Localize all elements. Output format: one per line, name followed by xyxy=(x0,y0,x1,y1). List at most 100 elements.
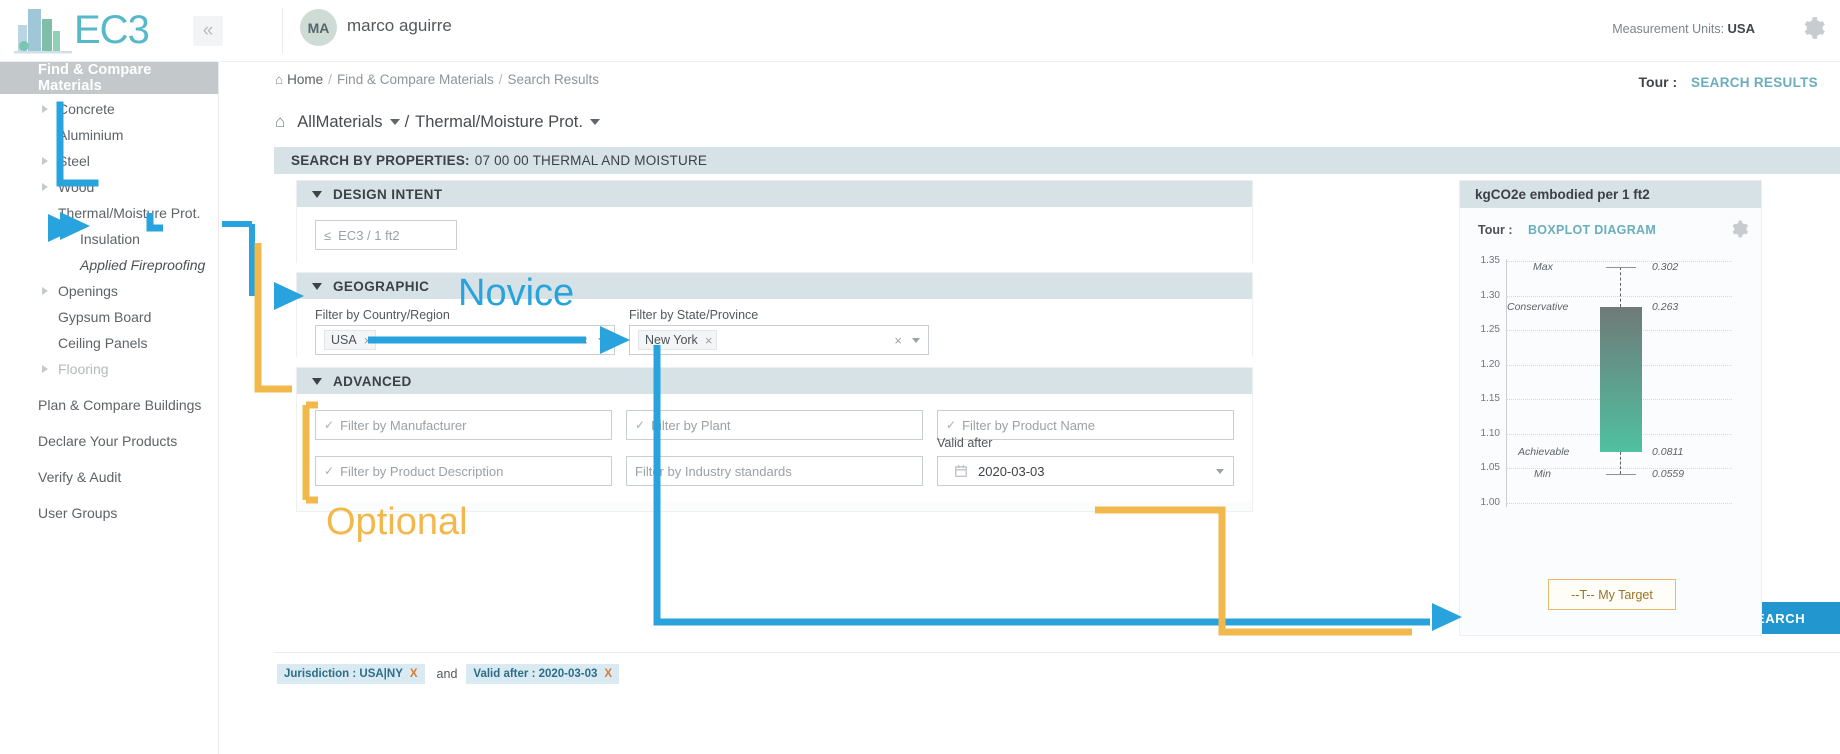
home-icon[interactable]: ⌂ xyxy=(275,112,285,132)
gear-icon[interactable] xyxy=(1800,15,1826,41)
plant-filter-input[interactable]: ✓ Filter by Plant xyxy=(626,410,923,440)
grid-line xyxy=(1506,295,1732,297)
close-icon[interactable]: × xyxy=(705,333,713,348)
breadcrumb-level1[interactable]: Find & Compare Materials xyxy=(337,72,494,87)
avatar[interactable]: MA xyxy=(300,9,337,46)
breadcrumb: ⌂ Home / Find & Compare Materials / Search Re… xyxy=(275,72,599,87)
search-by-properties-bar: SEARCH BY PROPERTIES: 07 00 00 THERMAL A… xyxy=(274,147,1840,174)
country-filter-select[interactable]: USA × × xyxy=(315,325,615,355)
chevron-down-icon[interactable] xyxy=(312,191,322,198)
chart-tour-label: Tour : xyxy=(1478,223,1513,237)
sidebar-item-label: Aluminium xyxy=(58,126,124,143)
sidebar-item-gypsum-board[interactable]: Gypsum Board xyxy=(0,305,218,328)
clear-icon[interactable]: × xyxy=(580,333,588,348)
country-chip[interactable]: USA × xyxy=(324,330,377,350)
app-logo[interactable]: EC3 xyxy=(14,5,150,55)
chevron-right-icon[interactable] xyxy=(42,104,48,113)
material-path-separator: / xyxy=(404,112,410,131)
chevron-down-icon[interactable] xyxy=(312,378,322,385)
user-name[interactable]: marco aguirre xyxy=(347,16,452,36)
sidebar-item-aluminium[interactable]: Aluminium xyxy=(0,123,218,146)
chevron-down-icon[interactable] xyxy=(1216,468,1224,474)
sidebar-item-label: Gypsum Board xyxy=(58,308,152,325)
design-intent-header[interactable]: DESIGN INTENT xyxy=(297,181,1252,208)
boxplot-whisker-upper xyxy=(1620,267,1621,307)
breadcrumb-level2[interactable]: Search Results xyxy=(508,72,600,87)
chevron-right-icon[interactable] xyxy=(42,286,48,295)
boxplot-cap-max xyxy=(1606,267,1636,268)
home-icon: ⌂ xyxy=(275,72,284,87)
chevron-right-icon[interactable] xyxy=(42,156,48,165)
my-target-button[interactable]: --T-- My Target xyxy=(1548,579,1676,610)
sidebar-item-applied-fireproofing[interactable]: Applied Fireproofing xyxy=(0,253,218,276)
sidebar-item-insulation[interactable]: Insulation xyxy=(0,227,218,250)
boxplot-whisker-lower xyxy=(1620,452,1621,474)
annotation-optional: Optional xyxy=(326,501,468,543)
ec3-per-ft2-input[interactable]: ≤ EC3 / 1 ft2 xyxy=(315,220,457,250)
advanced-panel-body: ✓ Filter by Manufacturer ✓ Filter by Pla… xyxy=(296,394,1253,512)
calendar-icon xyxy=(955,465,967,477)
sidebar-item-plan-compare-buildings[interactable]: Plan & Compare Buildings xyxy=(0,393,218,416)
sidebar-item-declare-your-products[interactable]: Declare Your Products xyxy=(0,429,218,452)
chevron-down-icon[interactable] xyxy=(312,283,322,290)
product-description-filter-placeholder: Filter by Product Description xyxy=(340,463,504,479)
check-icon: ✓ xyxy=(946,418,957,432)
sidebar-item-concrete[interactable]: Concrete xyxy=(0,97,218,120)
geographic-header[interactable]: GEOGRAPHIC xyxy=(297,273,1252,300)
boxplot-plot-area: 1.35 1.30 1.25 1.20 1.15 1.10 1.05 1.00 Max 0.3… xyxy=(1460,247,1763,567)
y-axis-tick: 1.10 xyxy=(1480,427,1500,439)
breadcrumb-home[interactable]: Home xyxy=(287,72,323,87)
sidebar-item-user-groups[interactable]: User Groups xyxy=(0,501,218,524)
boxplot-box[interactable] xyxy=(1600,307,1642,452)
sidebar-item-label: Ceiling Panels xyxy=(58,334,148,351)
chart-tour-link-boxplot[interactable]: BOXPLOT DIAGRAM xyxy=(1528,223,1656,237)
sidebar-item-find-compare-materials[interactable]: Find & Compare Materials xyxy=(0,62,218,94)
country-filter-group: Filter by Country/Region USA × × xyxy=(315,308,615,355)
boxplot-value-min: 0.0559 xyxy=(1652,468,1685,480)
close-icon[interactable]: × xyxy=(364,333,372,348)
material-path-category[interactable]: Thermal/Moisture Prot. xyxy=(415,113,583,132)
y-axis-line xyxy=(1506,259,1507,507)
sidebar-item-label: User Groups xyxy=(38,504,118,521)
sidebar-collapse-button[interactable]: « xyxy=(193,16,223,46)
state-chip[interactable]: New York × xyxy=(638,330,718,350)
sidebar-item-openings[interactable]: Openings xyxy=(0,279,218,302)
sidebar-item-thermal-moisture-prot[interactable]: Thermal/Moisture Prot. xyxy=(0,201,218,224)
state-filter-select[interactable]: New York × × xyxy=(629,325,929,355)
search-by-properties-prefix: SEARCH BY PROPERTIES: xyxy=(291,153,470,168)
sidebar-item-steel[interactable]: Steel xyxy=(0,149,218,172)
industry-standards-filter-input[interactable]: Filter by Industry standards xyxy=(626,456,923,486)
manufacturer-filter-input[interactable]: ✓ Filter by Manufacturer xyxy=(315,410,612,440)
close-icon[interactable]: X xyxy=(410,668,418,680)
sidebar-item-ceiling-panels[interactable]: Ceiling Panels xyxy=(0,331,218,354)
close-icon[interactable]: X xyxy=(604,668,612,680)
valid-after-date-input[interactable]: 2020-03-03 xyxy=(937,456,1234,486)
measurement-units-value[interactable]: USA xyxy=(1728,21,1755,36)
sidebar-root-list: Plan & Compare Buildings Declare Your Pro… xyxy=(0,393,218,524)
grid-line xyxy=(1506,502,1732,504)
chevron-down-icon[interactable] xyxy=(389,119,400,125)
filter-tag-jurisdiction[interactable]: Jurisdiction : USA|NY X xyxy=(277,664,425,684)
clear-icon[interactable]: × xyxy=(894,333,902,348)
chevron-down-icon[interactable] xyxy=(589,119,600,125)
gear-icon[interactable] xyxy=(1729,219,1749,239)
sidebar-item-verify-audit[interactable]: Verify & Audit xyxy=(0,465,218,488)
y-axis-tick: 1.30 xyxy=(1480,289,1500,301)
product-description-filter-input[interactable]: ✓ Filter by Product Description xyxy=(315,456,612,486)
boxplot-label-conservative: Conservative xyxy=(1507,301,1569,313)
sidebar-item-flooring[interactable]: Flooring xyxy=(0,357,218,380)
tour-link-search-results[interactable]: SEARCH RESULTS xyxy=(1691,75,1818,90)
chevron-down-icon[interactable] xyxy=(598,337,606,343)
design-intent-title: DESIGN INTENT xyxy=(333,187,443,202)
chevron-right-icon[interactable] xyxy=(42,182,48,191)
chevron-down-icon[interactable] xyxy=(912,337,920,343)
sidebar-item-label: Verify & Audit xyxy=(38,468,122,485)
advanced-header[interactable]: ADVANCED xyxy=(297,368,1252,395)
state-chip-label: New York xyxy=(645,333,698,347)
sidebar-item-wood[interactable]: Wood xyxy=(0,175,218,198)
boxplot-label-achievable: Achievable xyxy=(1518,446,1570,458)
filter-tag-valid-after[interactable]: Valid after : 2020-03-03 X xyxy=(466,664,620,684)
material-path-root[interactable]: AllMaterials xyxy=(297,113,382,132)
chevron-right-icon[interactable] xyxy=(42,364,48,373)
sidebar-item-label: Insulation xyxy=(80,230,140,247)
